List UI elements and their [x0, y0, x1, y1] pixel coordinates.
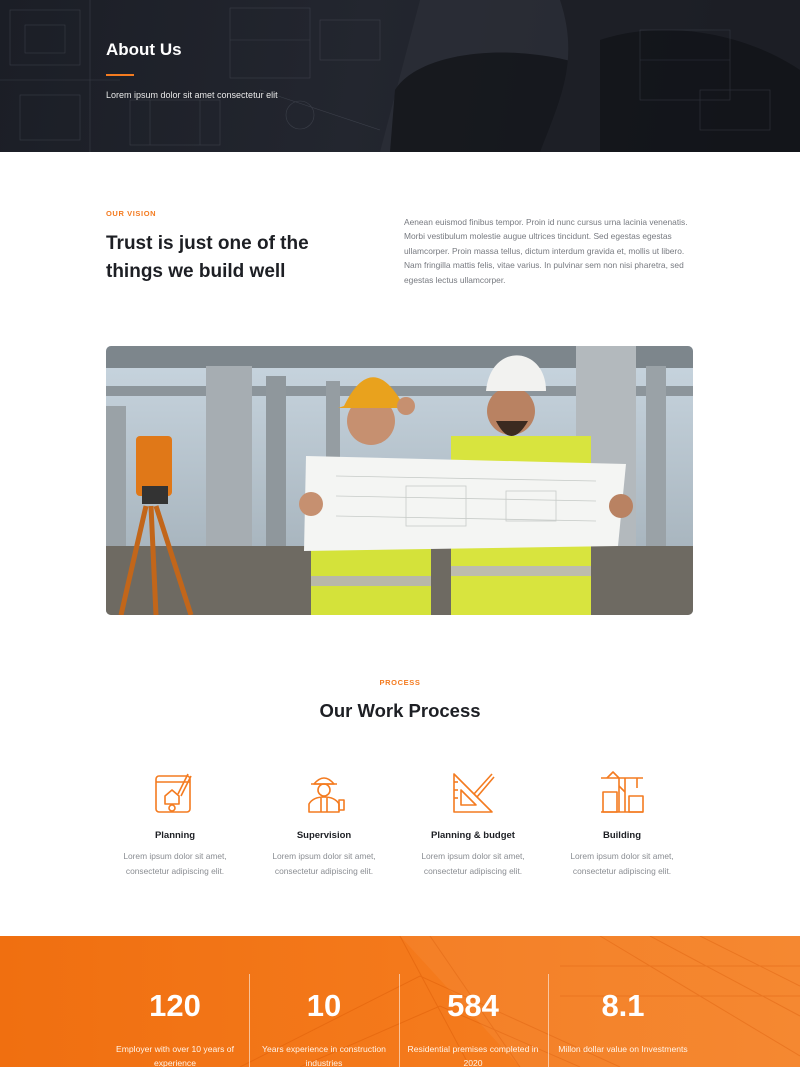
ruler-triangle-icon	[453, 773, 495, 813]
stat-value: 8.1	[601, 988, 645, 1023]
process-step-building: Building Lorem ipsum dolor sit amet, con…	[552, 770, 692, 878]
title-underline	[106, 74, 134, 76]
step-description: Lorem ipsum dolor sit amet, consectetur …	[123, 851, 227, 876]
vision-heading: Trust is just one of the things we build…	[106, 233, 309, 282]
process-heading: Our Work Process	[319, 700, 481, 721]
stat-label: Millon dollar value on Investments	[558, 1044, 688, 1054]
hero-subtitle: Lorem ipsum dolor sit amet consectetur e…	[106, 90, 278, 100]
hero-banner: About Us Lorem ipsum dolor sit amet cons…	[0, 0, 800, 152]
stat-label: Residential premises completed in 2020	[407, 1044, 539, 1067]
step-title: Supervision	[296, 830, 352, 841]
step-description: Lorem ipsum dolor sit amet, consectetur …	[272, 851, 376, 876]
page-title: About Us	[106, 40, 182, 59]
vision-paragraph: Aenean euismod finibus tempor. Proin id …	[404, 217, 688, 285]
stat-label: Employer with over 10 years of experienc…	[116, 1044, 234, 1067]
worker-icon	[308, 777, 345, 813]
blueprint-icon	[155, 773, 192, 813]
crane-building-icon	[601, 771, 644, 813]
step-title: Planning & budget	[431, 830, 515, 841]
stats-band: 120 Employer with over 10 years of exper…	[0, 936, 800, 1067]
process-eyebrow: PROCESS	[379, 678, 421, 687]
step-title: Building	[603, 830, 641, 841]
stat-employees: 120 Employer with over 10 years of exper…	[100, 988, 250, 1067]
blueprint-background	[0, 0, 800, 152]
process-step-planning: Planning Lorem ipsum dolor sit amet, con…	[105, 770, 245, 878]
stat-value: 120	[149, 988, 201, 1023]
step-title: Planning	[154, 830, 196, 841]
stat-label: Years experience in construction industr…	[262, 1044, 386, 1067]
stat-value: 584	[447, 988, 499, 1023]
engineers-photo	[106, 346, 693, 615]
stat-investments: 8.1 Millon dollar value on Investments	[548, 988, 698, 1056]
process-step-supervision: Supervision Lorem ipsum dolor sit amet, …	[254, 770, 394, 878]
stat-years: 10 Years experience in construction indu…	[249, 988, 399, 1067]
stat-premises: 584 Residential premises completed in 20…	[398, 988, 548, 1067]
vision-eyebrow: OUR VISION	[106, 209, 157, 218]
step-description: Lorem ipsum dolor sit amet, consectetur …	[570, 851, 674, 876]
process-step-planning-budget: Planning & budget Lorem ipsum dolor sit …	[403, 770, 543, 878]
step-description: Lorem ipsum dolor sit amet, consectetur …	[421, 851, 525, 876]
stat-value: 10	[306, 988, 342, 1023]
